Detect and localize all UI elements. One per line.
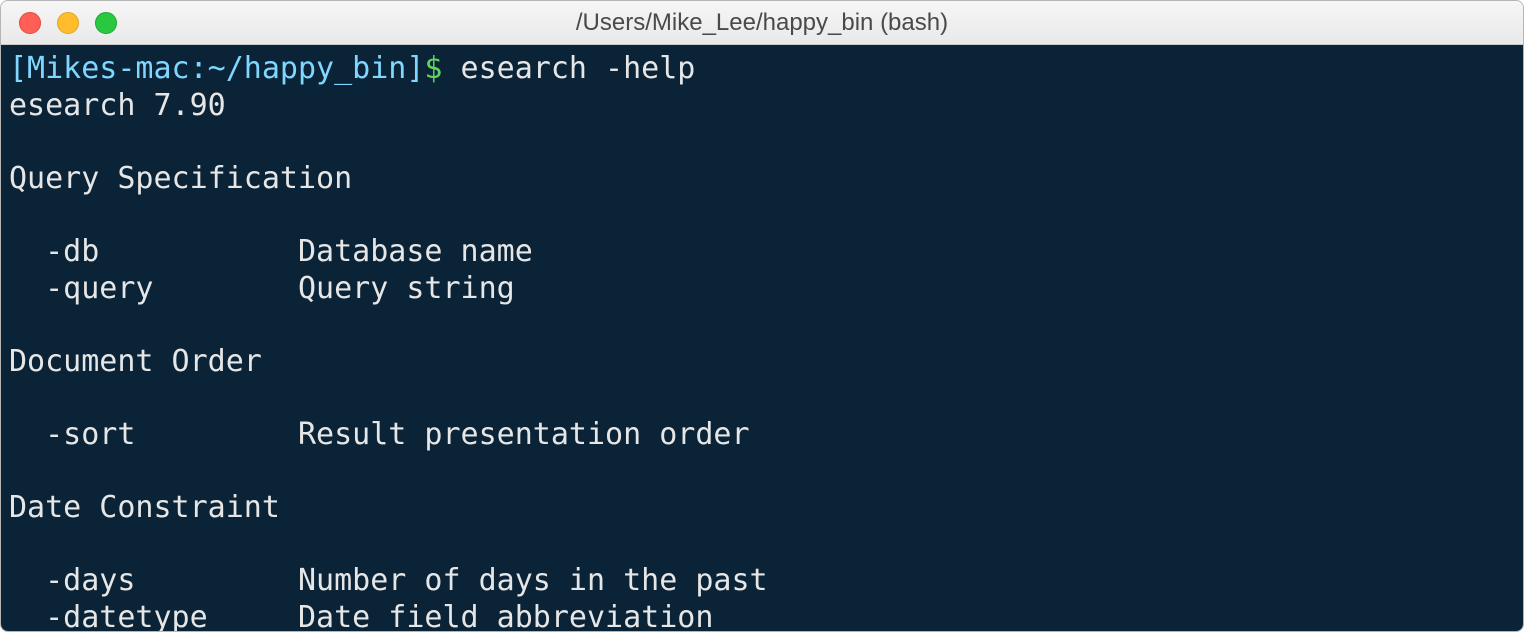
section-heading: Document Order [9, 344, 262, 379]
terminal-window: /Users/Mike_Lee/happy_bin (bash) [Mikes-… [0, 0, 1524, 632]
command-text: esearch -help [461, 51, 696, 86]
option-desc: Query string [298, 271, 515, 306]
prompt-host: [Mikes-mac:~/happy_bin] [9, 51, 424, 86]
section-heading: Date Constraint [9, 490, 280, 525]
traffic-lights [1, 12, 117, 34]
option-flag: -sort [45, 417, 298, 452]
option-desc: Date field abbreviation [298, 600, 713, 631]
output-version: esearch 7.90 [9, 88, 226, 123]
titlebar[interactable]: /Users/Mike_Lee/happy_bin (bash) [1, 1, 1523, 45]
option-desc: Database name [298, 234, 533, 269]
option-flag: -days [45, 563, 298, 598]
option-flag: -db [45, 234, 298, 269]
section-heading: Query Specification [9, 161, 352, 196]
option-desc: Number of days in the past [298, 563, 768, 598]
prompt-symbol: $ [424, 51, 442, 86]
option-flag: -query [45, 271, 298, 306]
close-icon[interactable] [19, 12, 41, 34]
window-title: /Users/Mike_Lee/happy_bin (bash) [1, 9, 1523, 37]
zoom-icon[interactable] [95, 12, 117, 34]
terminal-body[interactable]: [Mikes-mac:~/happy_bin]$ esearch -help e… [1, 45, 1523, 631]
minimize-icon[interactable] [57, 12, 79, 34]
option-desc: Result presentation order [298, 417, 750, 452]
option-flag: -datetype [45, 600, 298, 631]
